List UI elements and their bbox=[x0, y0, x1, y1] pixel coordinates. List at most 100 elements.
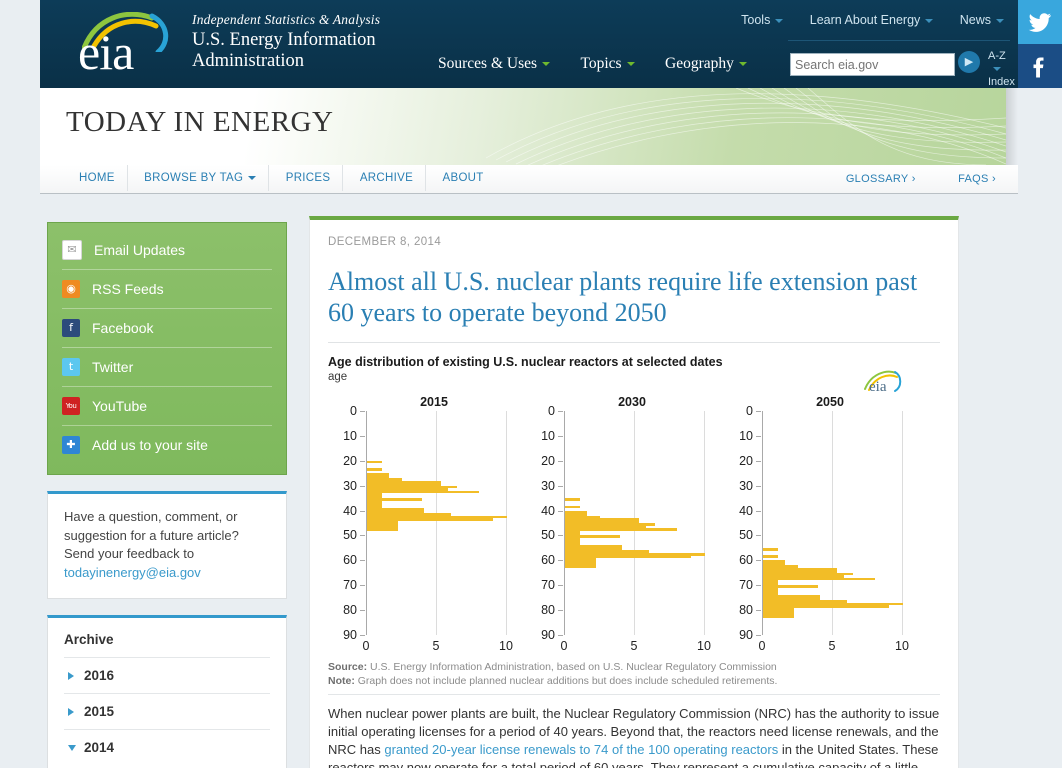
body-inline-link[interactable]: granted 20-year license renewals to 74 o… bbox=[384, 742, 778, 757]
article-body: When nuclear power plants are built, the… bbox=[328, 705, 940, 768]
mainnav-item-geography[interactable]: Geography bbox=[665, 55, 747, 72]
svg-text:eia: eia bbox=[869, 379, 887, 393]
sidebar-item-email-updates[interactable]: ✉ Email Updates bbox=[62, 231, 272, 270]
az-index-line2: Index bbox=[988, 76, 1015, 88]
feedback-line-3: Send your feedback to bbox=[64, 546, 195, 561]
page-title: TODAY IN ENERGY bbox=[66, 106, 334, 138]
source-line: Source: U.S. Energy Information Administ… bbox=[328, 661, 940, 675]
archive-title: Archive bbox=[64, 632, 114, 647]
chart-panel-title: 2050 bbox=[816, 395, 844, 409]
facebook-icon bbox=[1033, 57, 1044, 78]
y-axis-tick-label: 70 bbox=[739, 578, 753, 593]
feedback-card: Have a question, comment, or suggestion … bbox=[47, 491, 287, 599]
youtube-icon: You bbox=[62, 397, 80, 415]
facebook-icon: f bbox=[62, 319, 80, 337]
twitter-share-button[interactable] bbox=[1018, 0, 1062, 44]
sidebar-item-add-us-to-your-site[interactable]: ✚ Add us to your site bbox=[62, 426, 272, 464]
chart-bar bbox=[565, 527, 677, 531]
link-faqs[interactable]: FAQS › bbox=[958, 165, 996, 193]
chart-bar bbox=[367, 460, 383, 464]
y-axis-tick bbox=[558, 435, 563, 437]
chart-panel-title: 2015 bbox=[420, 395, 448, 409]
mainnav-item-topics[interactable]: Topics bbox=[580, 55, 635, 72]
chart-bar bbox=[565, 498, 581, 501]
tab-label: ARCHIVE bbox=[359, 172, 414, 184]
chart-source-note: Source: U.S. Energy Information Administ… bbox=[328, 661, 940, 695]
y-axis-tick-label: 90 bbox=[343, 628, 357, 642]
sidebar-item-youtube[interactable]: You YouTube bbox=[62, 387, 272, 426]
top-utility-nav: Tools Learn About Energy News bbox=[719, 11, 1004, 29]
archive-year-2015[interactable]: 2015 bbox=[64, 693, 270, 729]
topnav-item-learn-about-energy[interactable]: Learn About Energy bbox=[810, 13, 934, 27]
chevron-right-icon bbox=[68, 672, 74, 681]
archive-year-label: 2014 bbox=[84, 740, 115, 755]
chart-plot-area: 0 10 20 30 40 50 60 70 80 90 0 5 10 bbox=[343, 404, 513, 653]
x-axis-tick-label: 0 bbox=[560, 639, 568, 653]
archive-year-2014[interactable]: 2014 bbox=[64, 729, 270, 765]
y-axis-tick bbox=[756, 510, 761, 512]
x-axis-tick-label: 10 bbox=[499, 639, 513, 653]
header-divider bbox=[788, 40, 1010, 41]
chart-panel-2050: 2050 0 10 20 30 40 50 60 70 80 90 0 5 10 bbox=[724, 395, 920, 653]
tab-archive[interactable]: ARCHIVE bbox=[348, 165, 427, 191]
sidebar-item-label: Add us to your site bbox=[92, 437, 208, 453]
chevron-down-icon bbox=[775, 18, 784, 23]
chevron-down-icon bbox=[542, 62, 551, 67]
sidebar-item-twitter[interactable]: t Twitter bbox=[62, 348, 272, 387]
link-glossary[interactable]: GLOSSARY › bbox=[846, 165, 916, 193]
tab-browse-by-tag[interactable]: BROWSE BY TAG bbox=[132, 165, 270, 191]
y-axis-tick bbox=[360, 610, 365, 612]
search-input[interactable] bbox=[790, 53, 955, 76]
y-axis-tick bbox=[558, 485, 563, 487]
sidebar-item-label: RSS Feeds bbox=[92, 281, 164, 297]
y-axis-tick-label: 30 bbox=[343, 478, 357, 493]
chart-panel-2015: 2015 0 10 20 30 40 50 60 70 80 90 0 5 10 bbox=[328, 395, 524, 653]
y-axis-tick bbox=[360, 435, 365, 437]
chart-bar bbox=[763, 547, 779, 551]
eia-watermark-icon: eia bbox=[864, 370, 902, 393]
y-axis-tick bbox=[558, 460, 563, 462]
tab-about[interactable]: ABOUT bbox=[431, 165, 496, 191]
sidebar-item-rss-feeds[interactable]: ◉ RSS Feeds bbox=[62, 270, 272, 309]
facebook-share-button[interactable] bbox=[1018, 44, 1062, 88]
y-axis-tick-label: 20 bbox=[541, 453, 555, 468]
tab-prices[interactable]: PRICES bbox=[274, 165, 344, 191]
sidebar-item-facebook[interactable]: f Facebook bbox=[62, 309, 272, 348]
search-submit-button[interactable]: ▶ bbox=[958, 51, 980, 73]
chart-bar bbox=[763, 615, 794, 618]
topnav-item-tools[interactable]: Tools bbox=[741, 13, 784, 27]
topnav-item-news[interactable]: News bbox=[960, 13, 1004, 27]
chart-bar bbox=[367, 468, 383, 471]
masthead-shadow bbox=[1006, 88, 1018, 165]
x-axis-tick-label: 5 bbox=[828, 639, 836, 653]
y-axis-tick bbox=[558, 411, 563, 412]
feedback-email-link[interactable]: todayinenergy@eia.gov bbox=[64, 565, 201, 580]
archive-year-2016[interactable]: 2016 bbox=[64, 657, 270, 693]
search-region: ▶ A-Z Index bbox=[790, 50, 1015, 88]
chevron-down-icon bbox=[248, 175, 257, 180]
x-axis-tick-label: 0 bbox=[758, 639, 766, 653]
y-axis-tick-label: 40 bbox=[541, 503, 555, 518]
masthead-banner: TODAY IN ENERGY bbox=[40, 88, 1006, 165]
main-nav: Sources & Uses Topics Geography bbox=[438, 55, 773, 73]
az-index-link[interactable]: A-Z Index bbox=[988, 50, 1015, 89]
y-axis-tick-label: 80 bbox=[541, 603, 555, 618]
y-axis-tick bbox=[756, 635, 761, 636]
chevron-down-icon bbox=[993, 67, 1001, 72]
y-axis-tick-label: 70 bbox=[343, 578, 357, 593]
right-gutter bbox=[1018, 0, 1062, 768]
y-axis-tick bbox=[756, 535, 761, 537]
mainnav-item-sources-uses[interactable]: Sources & Uses bbox=[438, 55, 551, 72]
y-axis-tick bbox=[558, 610, 563, 612]
gridline-vertical bbox=[506, 411, 507, 635]
chevron-down-icon bbox=[996, 18, 1004, 23]
article-title: Almost all U.S. nuclear plants require l… bbox=[328, 267, 918, 327]
eia-logo[interactable]: eia bbox=[62, 10, 182, 80]
gridline-vertical bbox=[902, 411, 903, 635]
y-axis-tick-label: 20 bbox=[343, 453, 357, 468]
topnav-label: Tools bbox=[741, 13, 771, 27]
tab-label: PRICES bbox=[285, 172, 331, 184]
x-axis-tick-label: 10 bbox=[895, 639, 909, 653]
social-links-card: ✉ Email Updates ◉ RSS Feeds f Facebook t… bbox=[47, 222, 287, 475]
tab-home[interactable]: HOME bbox=[67, 165, 128, 191]
